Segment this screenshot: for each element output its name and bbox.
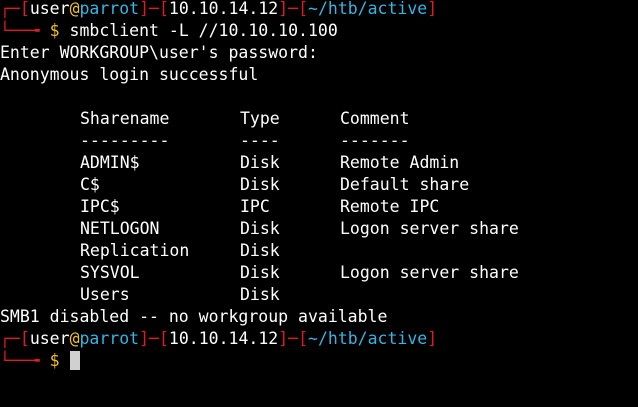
prompt-bracket: ]─[ [278, 0, 309, 18]
share-type: Disk [240, 263, 280, 282]
command-line-2[interactable]: └──╼ $ [0, 350, 80, 372]
login-result: Anonymous login successful [0, 65, 259, 84]
prompt-host: parrot [79, 0, 140, 18]
prompt-ip: 10.10.14.12 [168, 329, 279, 348]
header-type: Type [240, 109, 280, 128]
prompt-arrow: └──╼ [0, 21, 50, 40]
prompt-path: ~/htb/active [308, 0, 428, 18]
separator-sharename: --------- [80, 131, 170, 150]
share-name: C$ [80, 175, 100, 194]
prompt-arrow: └──╼ [0, 351, 50, 370]
prompt-bracket: ] [427, 0, 438, 18]
prompt-bracket: ┌─[ [0, 0, 30, 18]
password-prompt: Enter WORKGROUP\user's password: [0, 43, 318, 62]
share-table-header: Sharename Type Comment [0, 108, 638, 130]
header-sharename: Sharename [80, 109, 170, 128]
prompt-bracket: ]─[ [139, 0, 169, 18]
prompt-user: user [29, 0, 70, 18]
prompt-path: ~/htb/active [308, 329, 428, 348]
table-row: NETLOGON Disk Logon server share [0, 218, 638, 240]
command-text: smbclient -L //10.10.10.100 [59, 21, 338, 40]
table-row: SYSVOL Disk Logon server share [0, 262, 638, 284]
header-comment: Comment [340, 109, 410, 128]
prompt-bracket: ]─[ [139, 329, 169, 348]
share-name: Users [80, 285, 130, 304]
prompt-at: @ [69, 329, 80, 348]
share-type: Disk [240, 219, 280, 238]
table-row: C$ Disk Default share [0, 174, 638, 196]
prompt-bracket: ]─[ [278, 329, 309, 348]
share-type: Disk [240, 153, 280, 172]
share-comment: Logon server share [340, 263, 519, 282]
prompt-bracket: ┌─[ [0, 329, 30, 348]
prompt-user: user [29, 329, 70, 348]
text-cursor[interactable] [69, 351, 80, 370]
share-name: NETLOGON [80, 219, 160, 238]
prompt-header-1: ┌─[user@parrot]─[10.10.14.12]─[~/htb/act… [0, 0, 437, 20]
prompt-dollar: $ [49, 21, 60, 40]
share-comment: Remote IPC [340, 197, 440, 216]
command-line-1: └──╼ $ smbclient -L //10.10.10.100 [0, 20, 338, 42]
table-row: IPC$ IPC Remote IPC [0, 196, 638, 218]
terminal-window[interactable]: ┌─[user@parrot]─[10.10.14.12]─[~/htb/act… [0, 0, 638, 407]
share-name: IPC$ [80, 197, 120, 216]
prompt-bracket: ] [427, 329, 438, 348]
share-comment: Logon server share [340, 219, 519, 238]
share-table-separator: --------- ---- ------- [0, 130, 638, 152]
share-name: SYSVOL [80, 263, 140, 282]
share-type: Disk [240, 175, 280, 194]
share-name: Replication [80, 241, 190, 260]
prompt-ip: 10.10.14.12 [168, 0, 279, 18]
share-type: Disk [240, 285, 280, 304]
share-type: Disk [240, 241, 280, 260]
share-comment: Default share [340, 175, 470, 194]
table-row: ADMIN$ Disk Remote Admin [0, 152, 638, 174]
share-comment: Remote Admin [340, 153, 460, 172]
table-row: Users Disk [0, 284, 638, 306]
table-row: Replication Disk [0, 240, 638, 262]
share-type: IPC [240, 197, 270, 216]
separator-comment: ------- [340, 131, 410, 150]
smb1-footer: SMB1 disabled -- no workgroup available [0, 307, 388, 326]
prompt-dollar: $ [49, 351, 60, 370]
prompt-header-2: ┌─[user@parrot]─[10.10.14.12]─[~/htb/act… [0, 328, 437, 350]
prompt-at: @ [69, 0, 80, 18]
prompt-host: parrot [79, 329, 140, 348]
share-name: ADMIN$ [80, 153, 140, 172]
separator-type: ---- [240, 131, 280, 150]
